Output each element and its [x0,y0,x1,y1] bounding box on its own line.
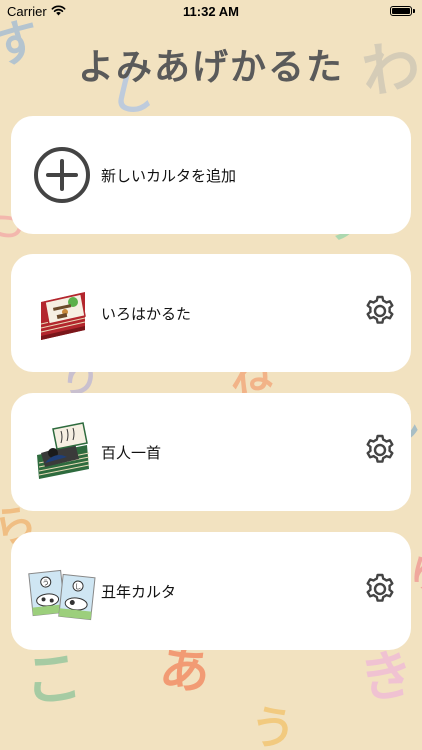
battery-fill [392,8,410,14]
deck-settings-button-hyakunin[interactable] [361,433,399,471]
svg-text:う: う [42,579,50,588]
add-karuta-button[interactable]: 新しいカルタを追加 [11,116,411,234]
deck-label-ushidoshi: 丑年カルタ [101,582,177,601]
gear-icon [363,572,397,610]
deck-label-iroha: いろはかるた [101,304,192,323]
svg-text:し: し [74,583,82,592]
ushidoshi-karuta-thumbnail: う し [23,552,101,630]
gear-icon [363,294,397,332]
bg-hiragana-decoration: あ [156,637,214,703]
battery-cap [413,9,415,13]
app-title: よみあげかるた [77,47,344,88]
deck-settings-button-ushidoshi[interactable] [361,572,399,610]
deck-settings-button-iroha[interactable] [361,294,399,332]
hyakunin-isshu-thumbnail [23,413,101,491]
deck-label-hyakunin: 百人一首 [101,443,162,462]
iroha-karuta-thumbnail [23,274,101,352]
bg-hiragana-decoration: こ [20,642,86,716]
battery-full-icon [390,6,415,16]
status-time: 11:32 AM [183,4,239,19]
deck-card-hyakunin[interactable]: 百人一首 [11,393,411,511]
add-karuta-label: 新しいカルタを追加 [101,166,237,185]
deck-card-ushidoshi[interactable]: う し 丑年カルタ [11,532,411,650]
gear-icon [363,433,397,471]
deck-card-iroha[interactable]: いろはかるた [11,254,411,372]
status-bar: Carrier 11:32 AM [0,0,422,24]
bg-hiragana-decoration: き [354,640,419,713]
bg-hiragana-decoration: う [248,699,298,750]
plus-circle-icon [23,136,101,214]
